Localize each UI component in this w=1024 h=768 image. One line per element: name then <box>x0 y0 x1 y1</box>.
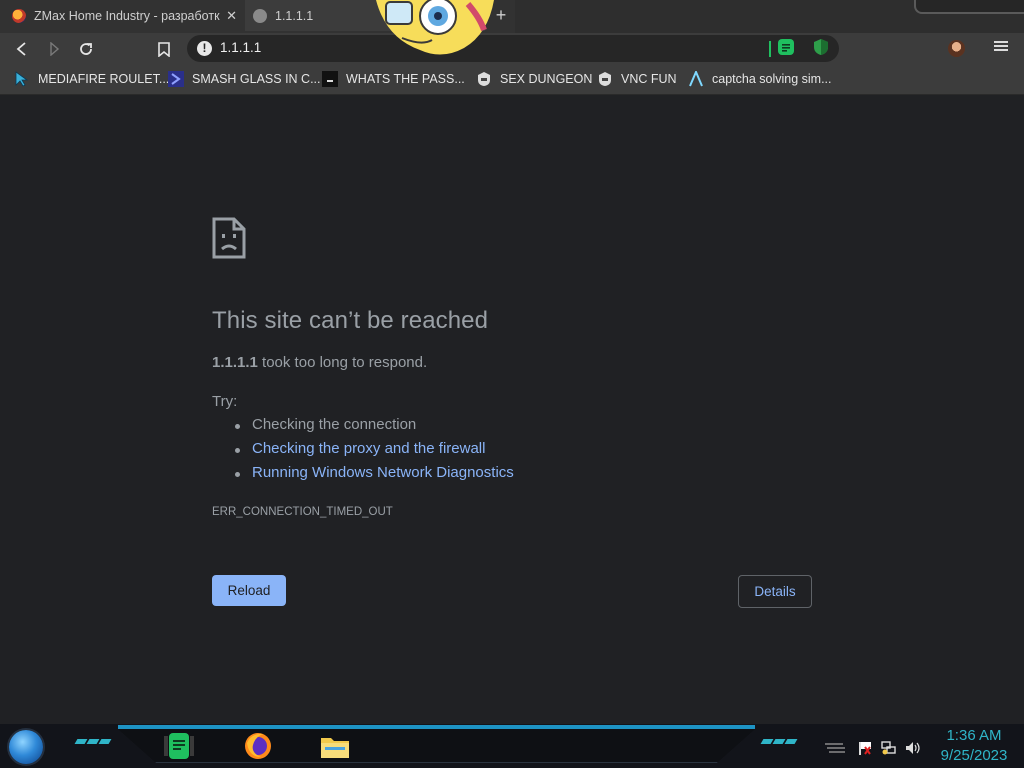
system-clock[interactable]: 1:36 AM 9/25/2023 <box>934 726 1014 766</box>
notes-extension-icon[interactable] <box>777 38 795 56</box>
notes-app-icon[interactable] <box>162 730 196 762</box>
taskbar-accent-strip <box>118 725 755 729</box>
forward-button[interactable] <box>42 37 66 61</box>
suggestion-list: Checking the connection Checking the pro… <box>232 416 514 488</box>
details-button[interactable]: Details <box>738 575 812 608</box>
menu-icon[interactable] <box>994 39 1008 53</box>
tabstrip-decoration <box>515 0 1024 33</box>
address-bar[interactable]: ! 1.1.1.1 <box>187 35 839 62</box>
show-desktop-icon[interactable] <box>825 741 845 755</box>
back-button[interactable] <box>10 37 34 61</box>
reload-button[interactable]: Reload <box>212 575 286 606</box>
action-center-flag-icon[interactable] <box>858 741 872 755</box>
error-page: This site can’t be reached 1.1.1.1 took … <box>0 95 1024 724</box>
error-description: 1.1.1.1 took too long to respond. <box>212 354 427 371</box>
anime-mascot-image <box>376 0 494 55</box>
network-icon[interactable] <box>881 741 896 755</box>
shield-extension-icon[interactable] <box>812 38 830 56</box>
start-button[interactable] <box>9 730 43 764</box>
error-message: took too long to respond. <box>257 354 428 371</box>
bookmark-button[interactable] <box>152 37 176 61</box>
bookmark-icon <box>158 41 170 57</box>
clock-date: 9/25/2023 <box>940 747 1008 764</box>
tab-title: 1.1.1.1 <box>275 8 314 23</box>
clock-time: 1:36 AM <box>946 727 1002 744</box>
tab-title: ZMax Home Industry - разработк <box>34 8 220 23</box>
sad-document-icon <box>212 217 246 259</box>
omnibox-separator <box>769 41 771 57</box>
globe-icon <box>253 8 267 23</box>
try-label: Try: <box>212 393 238 410</box>
suggestion-item: Checking the connection <box>232 416 514 440</box>
bookmark-label: MEDIAFIRE ROULET... <box>38 72 170 86</box>
forward-arrow-icon <box>50 42 60 56</box>
terminal-icon <box>322 71 338 87</box>
bookmark-label: captcha solving sim... <box>712 72 832 86</box>
error-code: ERR_CONNECTION_TIMED_OUT <box>212 506 393 518</box>
taskbar: 1:36 AM 9/25/2023 <box>0 724 1024 768</box>
file-explorer-icon[interactable] <box>318 730 352 762</box>
chevron-icon <box>168 71 184 87</box>
suggestion-link-proxy[interactable]: Checking the proxy and the firewall <box>232 440 514 464</box>
bookmark-item[interactable]: VNC FUN <box>597 70 677 88</box>
taskbar-center-panel <box>118 729 755 763</box>
close-icon[interactable]: ✕ <box>226 8 237 24</box>
error-title: This site can’t be reached <box>212 307 489 334</box>
bookmark-label: SEX DUNGEON <box>500 72 593 86</box>
bookmark-item[interactable]: MEDIAFIRE ROULET... <box>14 70 169 88</box>
back-arrow-icon <box>16 42 26 56</box>
error-host: 1.1.1.1 <box>212 354 258 371</box>
bookmarks-bar: MEDIAFIRE ROULET... SMASH GLASS IN C... … <box>0 64 1024 95</box>
suggestion-link-diagnostics[interactable]: Running Windows Network Diagnostics <box>232 464 514 488</box>
bookmark-label: VNC FUN <box>621 72 677 86</box>
bookmark-item[interactable]: SEX DUNGEON <box>476 70 592 88</box>
reload-toolbar-button[interactable] <box>74 37 98 61</box>
cursor-icon <box>14 71 30 87</box>
bookmark-item[interactable]: captcha solving sim... <box>688 70 832 88</box>
info-icon[interactable]: ! <box>197 41 212 56</box>
shield-icon <box>476 71 492 87</box>
volume-icon[interactable] <box>905 741 920 755</box>
firefox-like-icon <box>12 8 26 23</box>
chevron-decoration <box>760 739 798 744</box>
lambda-icon <box>688 71 704 87</box>
tab-strip: ZMax Home Industry - разработк ✕ 1.1.1.1… <box>0 0 1024 33</box>
browser-toolbar: ! 1.1.1.1 <box>0 33 1024 64</box>
shield-icon <box>597 71 613 87</box>
profile-avatar[interactable] <box>948 40 965 57</box>
tab-zmax[interactable]: ZMax Home Industry - разработк ✕ <box>0 0 245 31</box>
bookmark-label: WHATS THE PASS... <box>346 72 465 86</box>
url-text[interactable]: 1.1.1.1 <box>220 40 261 55</box>
firefox-icon[interactable] <box>241 730 275 762</box>
bookmark-item[interactable]: SMASH GLASS IN C... <box>168 70 321 88</box>
bookmark-item[interactable]: WHATS THE PASS... <box>322 70 465 88</box>
reload-icon <box>80 43 92 55</box>
bookmark-label: SMASH GLASS IN C... <box>192 72 321 86</box>
chevron-decoration <box>74 739 112 744</box>
